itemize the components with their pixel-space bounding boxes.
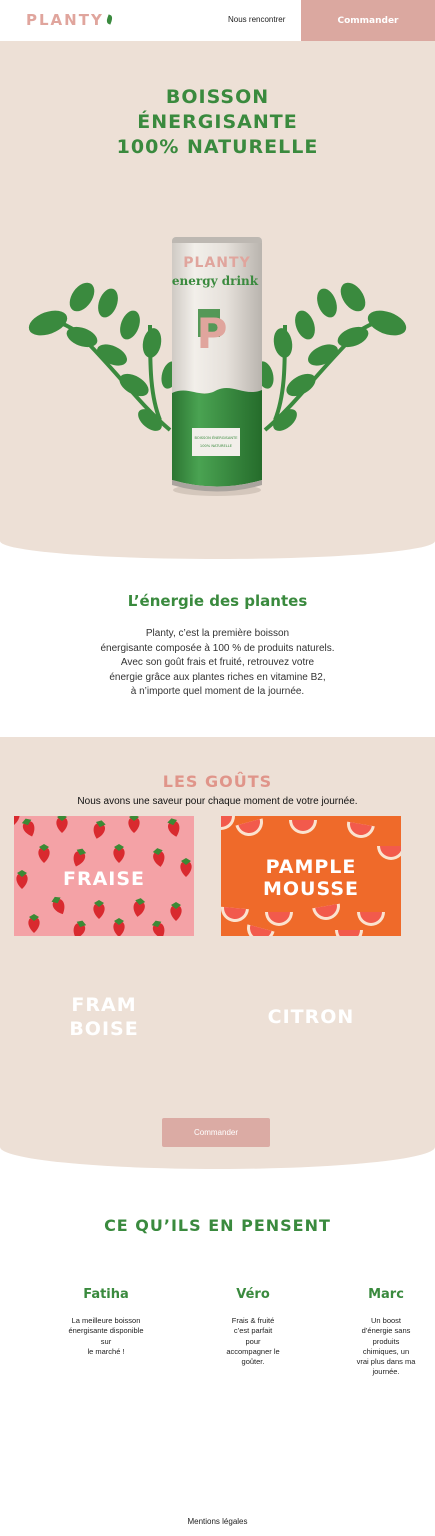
taste-card-framboise[interactable]: FRAM BOISE bbox=[14, 968, 194, 1058]
review-text: La meilleure boisson énergisante disponi… bbox=[56, 1316, 156, 1357]
review-name: Marc bbox=[368, 1287, 404, 1302]
intro-line: Avec son goût frais et fruité, retrouvez… bbox=[120, 657, 315, 668]
intro-line: à n’importe quel moment de la journée. bbox=[130, 686, 305, 697]
hero-title-line: 100% NATURELLE bbox=[116, 136, 319, 158]
logo-text: PLANTY bbox=[26, 11, 104, 29]
review-line: La meilleure boisson bbox=[71, 1316, 141, 1325]
tastes-title: LES GOÛTS bbox=[162, 772, 273, 791]
review-line: goûter. bbox=[241, 1357, 265, 1367]
review-line: Frais & fruité bbox=[231, 1316, 275, 1325]
taste-label-line: FRAM bbox=[71, 994, 137, 1016]
review-card: Marc Un boost d’énergie sans produits ch… bbox=[345, 1287, 427, 1378]
left-plant-icon bbox=[28, 282, 179, 432]
review-line: sur bbox=[100, 1336, 112, 1346]
review-line: chimiques, un bbox=[362, 1346, 410, 1356]
review-line: produits bbox=[372, 1336, 400, 1346]
review-card: Véro Frais & fruité c’est parfait pour a… bbox=[203, 1287, 303, 1367]
intro-line: énergisante composée à 100 % de produits… bbox=[100, 642, 335, 654]
taste-label-line: PAMPLE bbox=[265, 856, 357, 878]
review-line: Un boost bbox=[370, 1316, 402, 1325]
nav-link-about[interactable]: Nous rencontrer bbox=[228, 15, 285, 24]
intro-title: L’énergie des plantes bbox=[127, 592, 308, 610]
taste-label: CITRON bbox=[267, 1006, 355, 1028]
review-card: Fatiha La meilleure boisson énergisante … bbox=[56, 1287, 156, 1357]
review-line: vrai plus dans ma bbox=[356, 1357, 416, 1367]
review-text: Un boost d’énergie sans produits chimiqu… bbox=[345, 1316, 427, 1378]
can-brand: PLANTY bbox=[183, 255, 250, 271]
taste-label: FRAISE bbox=[62, 868, 146, 890]
review-line: le marché ! bbox=[87, 1346, 125, 1356]
intro-text: Planty, c’est la première boisson énergi… bbox=[0, 627, 435, 700]
review-line: c’est parfait bbox=[233, 1326, 273, 1336]
review-line: accompagner le bbox=[226, 1346, 280, 1356]
review-name: Fatiha bbox=[83, 1287, 129, 1302]
can-letter: P bbox=[197, 309, 228, 358]
taste-card-pamplemousse[interactable]: PAMPLE MOUSSE bbox=[221, 816, 401, 936]
order-button[interactable]: Commander bbox=[162, 1118, 270, 1147]
review-line: énergisante disponible bbox=[68, 1326, 144, 1336]
intro-line: Planty, c’est la première boisson bbox=[145, 628, 290, 639]
taste-label: FRAM BOISE bbox=[14, 993, 194, 1041]
hero-title-line: BOISSON bbox=[165, 86, 270, 108]
reviews-title: CE QU’ILS EN PENSENT bbox=[104, 1216, 331, 1235]
logo[interactable]: PLANTY bbox=[26, 11, 114, 29]
can-label-line: 100% NATURELLE bbox=[200, 444, 233, 448]
review-name: Véro bbox=[236, 1287, 270, 1302]
review-line: pour bbox=[245, 1336, 261, 1346]
hero-illustration: PLANTY energy drink P BOISSON ÉNERGISANT… bbox=[28, 237, 407, 496]
hero-title-line: ÉNERGISANTE bbox=[137, 111, 298, 133]
taste-label: PAMPLE MOUSSE bbox=[221, 856, 401, 900]
can-label-line: BOISSON ÉNERGISANTE bbox=[194, 435, 238, 440]
taste-label-line: MOUSSE bbox=[263, 878, 359, 900]
right-plant-icon bbox=[256, 282, 407, 432]
tastes-subtitle: Nous avons une saveur pour chaque moment… bbox=[77, 796, 358, 807]
taste-card-citron[interactable]: CITRON bbox=[221, 968, 401, 1058]
review-line: journée. bbox=[372, 1367, 400, 1377]
legal-link[interactable]: Mentions légales bbox=[0, 1517, 435, 1526]
taste-label-line: BOISE bbox=[69, 1018, 139, 1040]
leaf-icon bbox=[105, 14, 114, 25]
taste-card-fraise[interactable]: FRAISE bbox=[14, 816, 194, 936]
intro-line: énergie grâce aux plantes riches en vita… bbox=[109, 671, 326, 683]
review-text: Frais & fruité c’est parfait pour accomp… bbox=[203, 1316, 303, 1367]
review-line: d’énergie sans bbox=[361, 1326, 411, 1336]
order-button-header[interactable]: Commander bbox=[301, 0, 435, 41]
can-subtitle: energy drink bbox=[172, 274, 259, 288]
site-header: PLANTY Nous rencontrer Commander bbox=[0, 0, 435, 41]
drink-can: PLANTY energy drink P BOISSON ÉNERGISANT… bbox=[172, 237, 262, 496]
